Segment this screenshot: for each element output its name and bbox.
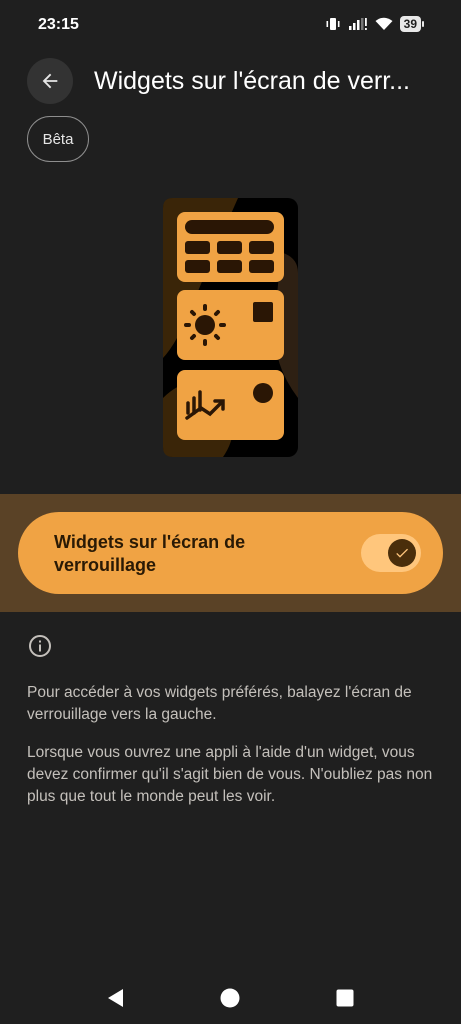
signal-icon: [348, 18, 367, 30]
check-icon: [396, 548, 408, 558]
info-paragraph-2: Lorsque vous ouvrez une appli à l'aide d…: [27, 744, 433, 805]
stocks-widget: [177, 370, 284, 440]
beta-badge: Bêta: [27, 116, 89, 162]
status-time: 23:15: [38, 16, 79, 33]
calendar-widget: [177, 212, 284, 282]
vibrate-icon: [326, 18, 340, 30]
info-icon: [29, 635, 51, 657]
back-button[interactable]: [27, 58, 73, 104]
lockscreen-widgets-toggle-row[interactable]: Widgets sur l'écran de verrouillage: [18, 512, 443, 594]
battery-icon: 39: [399, 16, 425, 32]
lockscreen-widgets-illustration: [163, 198, 298, 457]
page-title: Widgets sur l'écran de verr...: [94, 67, 411, 95]
wifi-icon: [375, 17, 393, 30]
arrow-back-icon: [42, 73, 58, 89]
toggle-label: Widgets sur l'écran de verrouillage: [54, 532, 246, 575]
weather-widget: [177, 290, 284, 360]
navigation-bar: [0, 970, 461, 1024]
status-icons: 39: [325, 16, 425, 32]
back-triangle-icon[interactable]: [106, 988, 126, 1008]
lockscreen-widgets-switch[interactable]: [361, 534, 421, 572]
home-circle-icon[interactable]: [220, 988, 240, 1008]
status-bar: 23:15 39: [0, 0, 461, 50]
switch-thumb: [388, 539, 416, 567]
info-paragraph-1: Pour accéder à vos widgets préférés, bal…: [27, 684, 412, 723]
recents-square-icon[interactable]: [336, 989, 354, 1007]
